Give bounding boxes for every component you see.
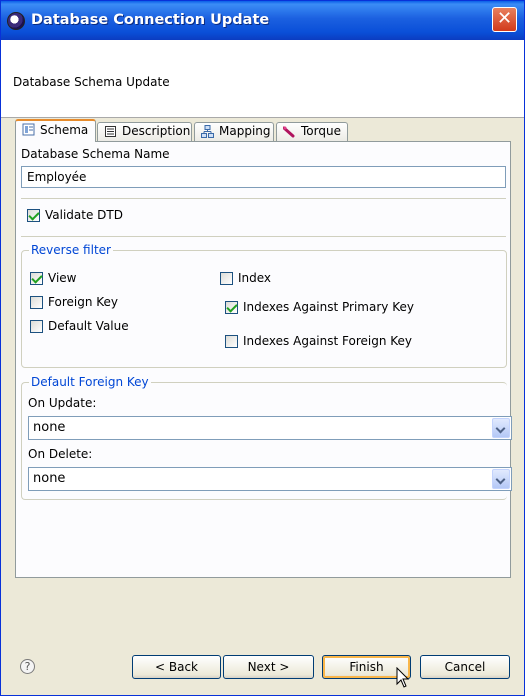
- close-icon: ✕: [496, 8, 513, 29]
- indexes-foreign-key-checkbox[interactable]: [225, 335, 238, 348]
- next-button[interactable]: Next >: [223, 655, 314, 679]
- validate-dtd-checkbox[interactable]: [27, 209, 40, 222]
- view-checkbox[interactable]: [30, 272, 43, 285]
- chevron-down-icon[interactable]: [492, 469, 510, 489]
- separator: [21, 236, 506, 237]
- dialog-banner: Database Schema Update: [1, 40, 524, 118]
- reverse-filter-title: Reverse filter: [29, 243, 113, 257]
- help-icon[interactable]: ?: [20, 659, 35, 674]
- validate-dtd-label: Validate DTD: [45, 208, 123, 222]
- tab-schema-label: Schema: [40, 123, 89, 137]
- tab-schema[interactable]: Schema: [15, 119, 96, 142]
- chevron-down-icon[interactable]: [492, 418, 510, 438]
- mouse-cursor-icon: [396, 667, 410, 688]
- index-label: Index: [238, 271, 272, 285]
- on-delete-select[interactable]: none: [28, 467, 512, 491]
- default-value-label: Default Value: [48, 319, 129, 333]
- indexes-primary-key-label: Indexes Against Primary Key: [243, 300, 414, 314]
- indexes-foreign-key-label: Indexes Against Foreign Key: [243, 334, 413, 348]
- default-value-checkbox[interactable]: [30, 320, 43, 333]
- reverse-filter-group: Reverse filter View Foreign Key Default …: [21, 243, 507, 368]
- title-bar[interactable]: Database Connection Update ✕: [1, 1, 524, 40]
- cancel-button[interactable]: Cancel: [420, 655, 510, 679]
- tab-mapping-label: Mapping: [219, 124, 271, 138]
- view-label: View: [48, 271, 77, 285]
- on-delete-label: On Delete:: [28, 447, 93, 461]
- default-foreign-key-title: Default Foreign Key: [29, 375, 151, 389]
- tab-description-label: Description: [122, 124, 191, 138]
- close-button[interactable]: ✕: [492, 7, 517, 32]
- schema-tab-panel: Database Schema Name Employée Validate D…: [15, 141, 512, 578]
- banner-subtitle: Database Schema Update: [13, 75, 170, 89]
- document-icon: [105, 126, 116, 137]
- torque-icon: [283, 126, 295, 138]
- back-button[interactable]: < Back: [132, 655, 221, 679]
- schema-name-label: Database Schema Name: [21, 147, 170, 161]
- on-update-label: On Update:: [28, 396, 97, 410]
- tab-torque[interactable]: Torque: [276, 122, 348, 141]
- separator: [21, 198, 506, 199]
- foreign-key-checkbox[interactable]: [30, 296, 43, 309]
- eclipse-app-icon: [7, 12, 25, 30]
- index-checkbox[interactable]: [220, 272, 233, 285]
- on-update-value: none: [33, 420, 66, 435]
- tab-description[interactable]: Description: [97, 122, 192, 141]
- mapping-icon: [201, 125, 214, 138]
- tab-torque-label: Torque: [301, 124, 341, 138]
- dialog-window: Database Connection Update ✕ Database Sc…: [0, 0, 525, 696]
- on-delete-value: none: [33, 471, 66, 486]
- window-title: Database Connection Update: [31, 12, 270, 28]
- tab-mapping[interactable]: Mapping: [194, 122, 274, 141]
- schema-icon: [22, 123, 35, 136]
- indexes-primary-key-checkbox[interactable]: [225, 301, 238, 314]
- on-update-select[interactable]: none: [28, 416, 512, 440]
- schema-name-input[interactable]: Employée: [21, 166, 506, 188]
- foreign-key-label: Foreign Key: [48, 295, 118, 309]
